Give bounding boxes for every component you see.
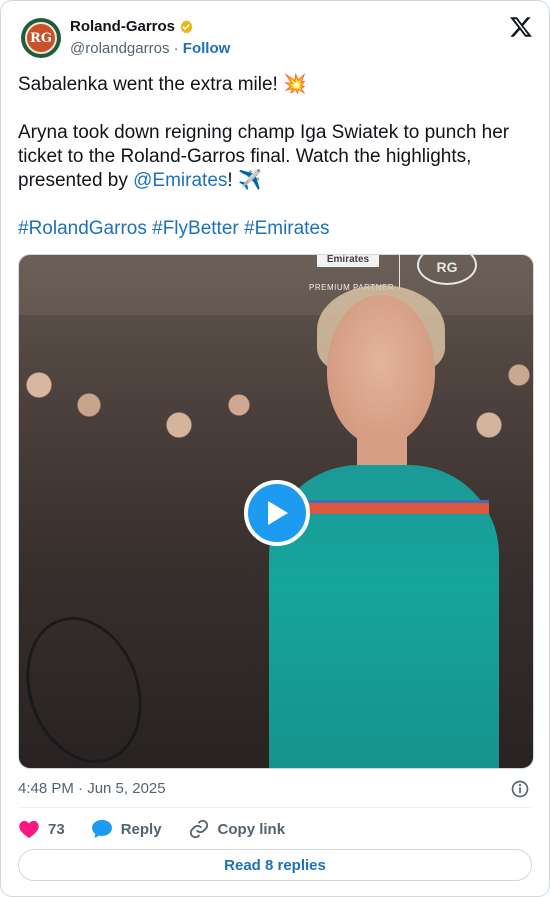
display-name-text: Roland-Garros [70, 18, 176, 35]
play-icon [268, 501, 288, 525]
heart-icon [19, 820, 39, 839]
tweet-text: Sabalenka went the extra mile! 💥 Aryna t… [18, 73, 534, 241]
sponsor-brand: Emirates [317, 255, 379, 267]
follow-button[interactable]: Follow [183, 40, 231, 57]
tournament-logo: RG [417, 255, 477, 285]
copy-link-button[interactable]: Copy link [188, 818, 286, 840]
reply-label: Reply [120, 820, 162, 838]
read-replies-button[interactable]: Read 8 replies [18, 849, 532, 881]
handle[interactable]: @rolandgarros [70, 40, 169, 57]
reply-button[interactable]: Reply [91, 819, 162, 839]
info-icon[interactable] [510, 779, 530, 799]
sponsor-divider [399, 255, 400, 289]
link-icon [189, 819, 208, 839]
tweet-card: RG Roland-Garros @rolandgarros · Follow … [0, 0, 550, 897]
video-player[interactable]: Emirates PREMIUM PARTNER RG [18, 254, 534, 769]
separator: · [173, 40, 179, 57]
like-count: 73 [48, 820, 65, 838]
verified-badge-icon [180, 20, 193, 34]
author-info: Roland-Garros @rolandgarros · Follow [70, 17, 230, 59]
play-button[interactable] [244, 480, 310, 546]
copy-link-label: Copy link [217, 820, 286, 838]
divider [18, 807, 532, 808]
reply-bubble-icon [91, 819, 112, 839]
hashtag-link[interactable]: #FlyBetter [152, 218, 239, 239]
like-button[interactable]: 73 [18, 819, 65, 839]
hashtag-link[interactable]: #RolandGarros [18, 218, 147, 239]
tweet-header: RG Roland-Garros @rolandgarros · Follow [18, 15, 533, 63]
action-bar: 73 Reply Copy link [18, 816, 311, 842]
hashtag-link[interactable]: #Emirates [244, 218, 330, 239]
tweet-line-2: Aryna took down reigning champ Iga Swiat… [18, 121, 534, 193]
read-replies-label: Read 8 replies [224, 856, 326, 874]
mention-link[interactable]: @Emirates [133, 170, 227, 191]
tweet-body-text: Aryna took down reigning champ Iga Swiat… [18, 122, 510, 191]
tweet-body-end: ! ✈️ [227, 170, 262, 191]
tweet-line-1: Sabalenka went the extra mile! 💥 [18, 74, 307, 95]
player-head [327, 295, 435, 445]
hashtag-line: #RolandGarros #FlyBetter #Emirates [18, 217, 534, 241]
avatar[interactable]: RG [21, 18, 61, 58]
x-logo-icon[interactable] [509, 15, 533, 39]
display-name[interactable]: Roland-Garros [70, 17, 230, 37]
avatar-logo: RG [25, 22, 57, 54]
player-dress-stripe [279, 500, 489, 514]
tweet-timestamp[interactable]: 4:48 PM · Jun 5, 2025 [18, 779, 166, 799]
handle-line: @rolandgarros · Follow [70, 39, 230, 59]
